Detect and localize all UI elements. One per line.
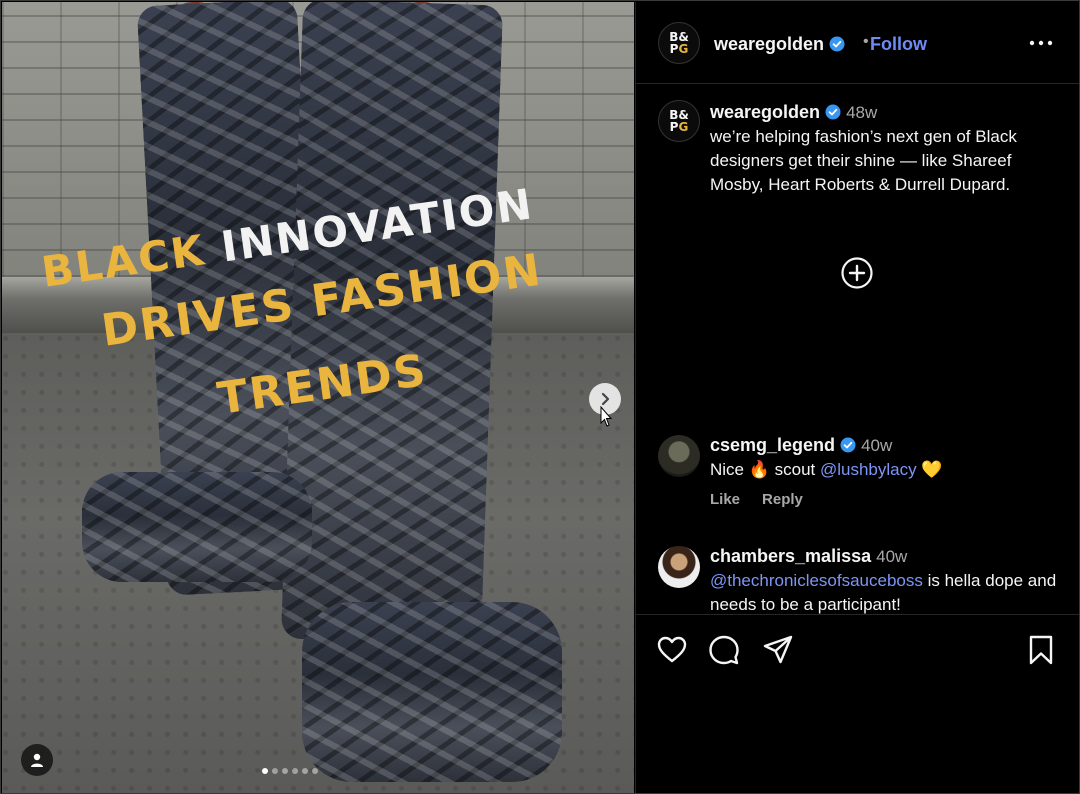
headline-word-black: BLACK <box>38 225 209 297</box>
post-header: B& PG wearegolden • Follow <box>636 2 1079 84</box>
logo-text-bottom: PG <box>670 43 689 55</box>
carousel-dot <box>262 768 268 774</box>
carousel-dot <box>312 768 318 774</box>
share-icon[interactable] <box>762 634 794 666</box>
post-action-bar <box>636 630 1079 670</box>
user-tag-icon <box>31 753 43 767</box>
comment-reply-button[interactable]: Reply <box>762 491 803 508</box>
carousel-dot <box>282 768 288 774</box>
logo-letter-g: G <box>678 42 689 56</box>
comment-text: Nice 🔥 scout @lushbylacy 💛 <box>710 458 1060 482</box>
comment-mention[interactable]: @lushbylacy <box>820 460 917 479</box>
commenter-avatar[interactable] <box>658 546 700 588</box>
comment-mention[interactable]: @thechroniclesofsauceboss <box>710 571 923 590</box>
caption-age[interactable]: 48w <box>846 103 877 122</box>
comment-head: csemg_legend 40w <box>710 435 892 456</box>
post-side-panel: B& PG wearegolden • Follow B& PG wearego… <box>635 2 1079 793</box>
tagged-users-button[interactable] <box>21 744 53 776</box>
follow-button[interactable]: Follow <box>870 34 927 55</box>
comment-text-end: 💛 <box>916 460 943 479</box>
add-comment-icon[interactable] <box>840 256 874 290</box>
right-shoe-denim <box>302 602 562 782</box>
verified-icon <box>825 104 841 120</box>
comment-age[interactable]: 40w <box>876 547 907 566</box>
bookmark-icon[interactable] <box>1025 634 1057 666</box>
headline-line-3: TRENDS <box>214 344 431 425</box>
more-icon[interactable] <box>1028 38 1054 48</box>
logo-letter-g: G <box>678 120 689 134</box>
comment-username[interactable]: csemg_legend <box>710 435 835 455</box>
comment-actions: Like Reply <box>710 491 803 508</box>
comment-text-start: Nice 🔥 scout <box>710 460 820 479</box>
commenter-avatar[interactable] <box>658 435 700 477</box>
comment-head: chambers_malissa 40w <box>710 546 907 567</box>
caption-username[interactable]: wearegolden <box>710 102 820 122</box>
carousel-dot <box>292 768 298 774</box>
image-headline: BLACK INNOVATION DRIVES FASHION TRENDS <box>38 179 622 454</box>
profile-avatar[interactable]: B& PG <box>658 22 700 64</box>
comment-like-button[interactable]: Like <box>710 491 740 508</box>
carousel-dot <box>272 768 278 774</box>
caption-text: we’re helping fashion’s next gen of Blac… <box>710 127 1017 194</box>
action-bar-divider <box>636 614 1079 615</box>
comment-icon[interactable] <box>708 634 740 666</box>
mouse-cursor-icon <box>600 406 612 427</box>
header-username[interactable]: wearegolden <box>714 34 824 54</box>
instagram-post-window: BLACK INNOVATION DRIVES FASHION TRENDS B… <box>0 0 1080 794</box>
heart-icon[interactable] <box>656 634 688 666</box>
comment-username[interactable]: chambers_malissa <box>710 546 871 566</box>
comment-text: @thechroniclesofsauceboss is hella dope … <box>710 569 1060 617</box>
caption-head: wearegolden 48w <box>710 102 877 123</box>
left-shoe-denim <box>82 472 312 582</box>
verified-icon <box>840 437 856 453</box>
logo-text-bottom: PG <box>670 121 689 133</box>
carousel-dots <box>262 768 318 774</box>
carousel-dot <box>302 768 308 774</box>
verified-icon <box>829 36 845 52</box>
post-image[interactable]: BLACK INNOVATION DRIVES FASHION TRENDS <box>2 2 634 793</box>
header-username-row: wearegolden <box>714 34 845 55</box>
comment-age[interactable]: 40w <box>861 436 892 455</box>
header-separator: • <box>863 33 869 50</box>
caption-avatar[interactable]: B& PG <box>658 100 700 142</box>
next-arrow-icon <box>601 392 610 406</box>
